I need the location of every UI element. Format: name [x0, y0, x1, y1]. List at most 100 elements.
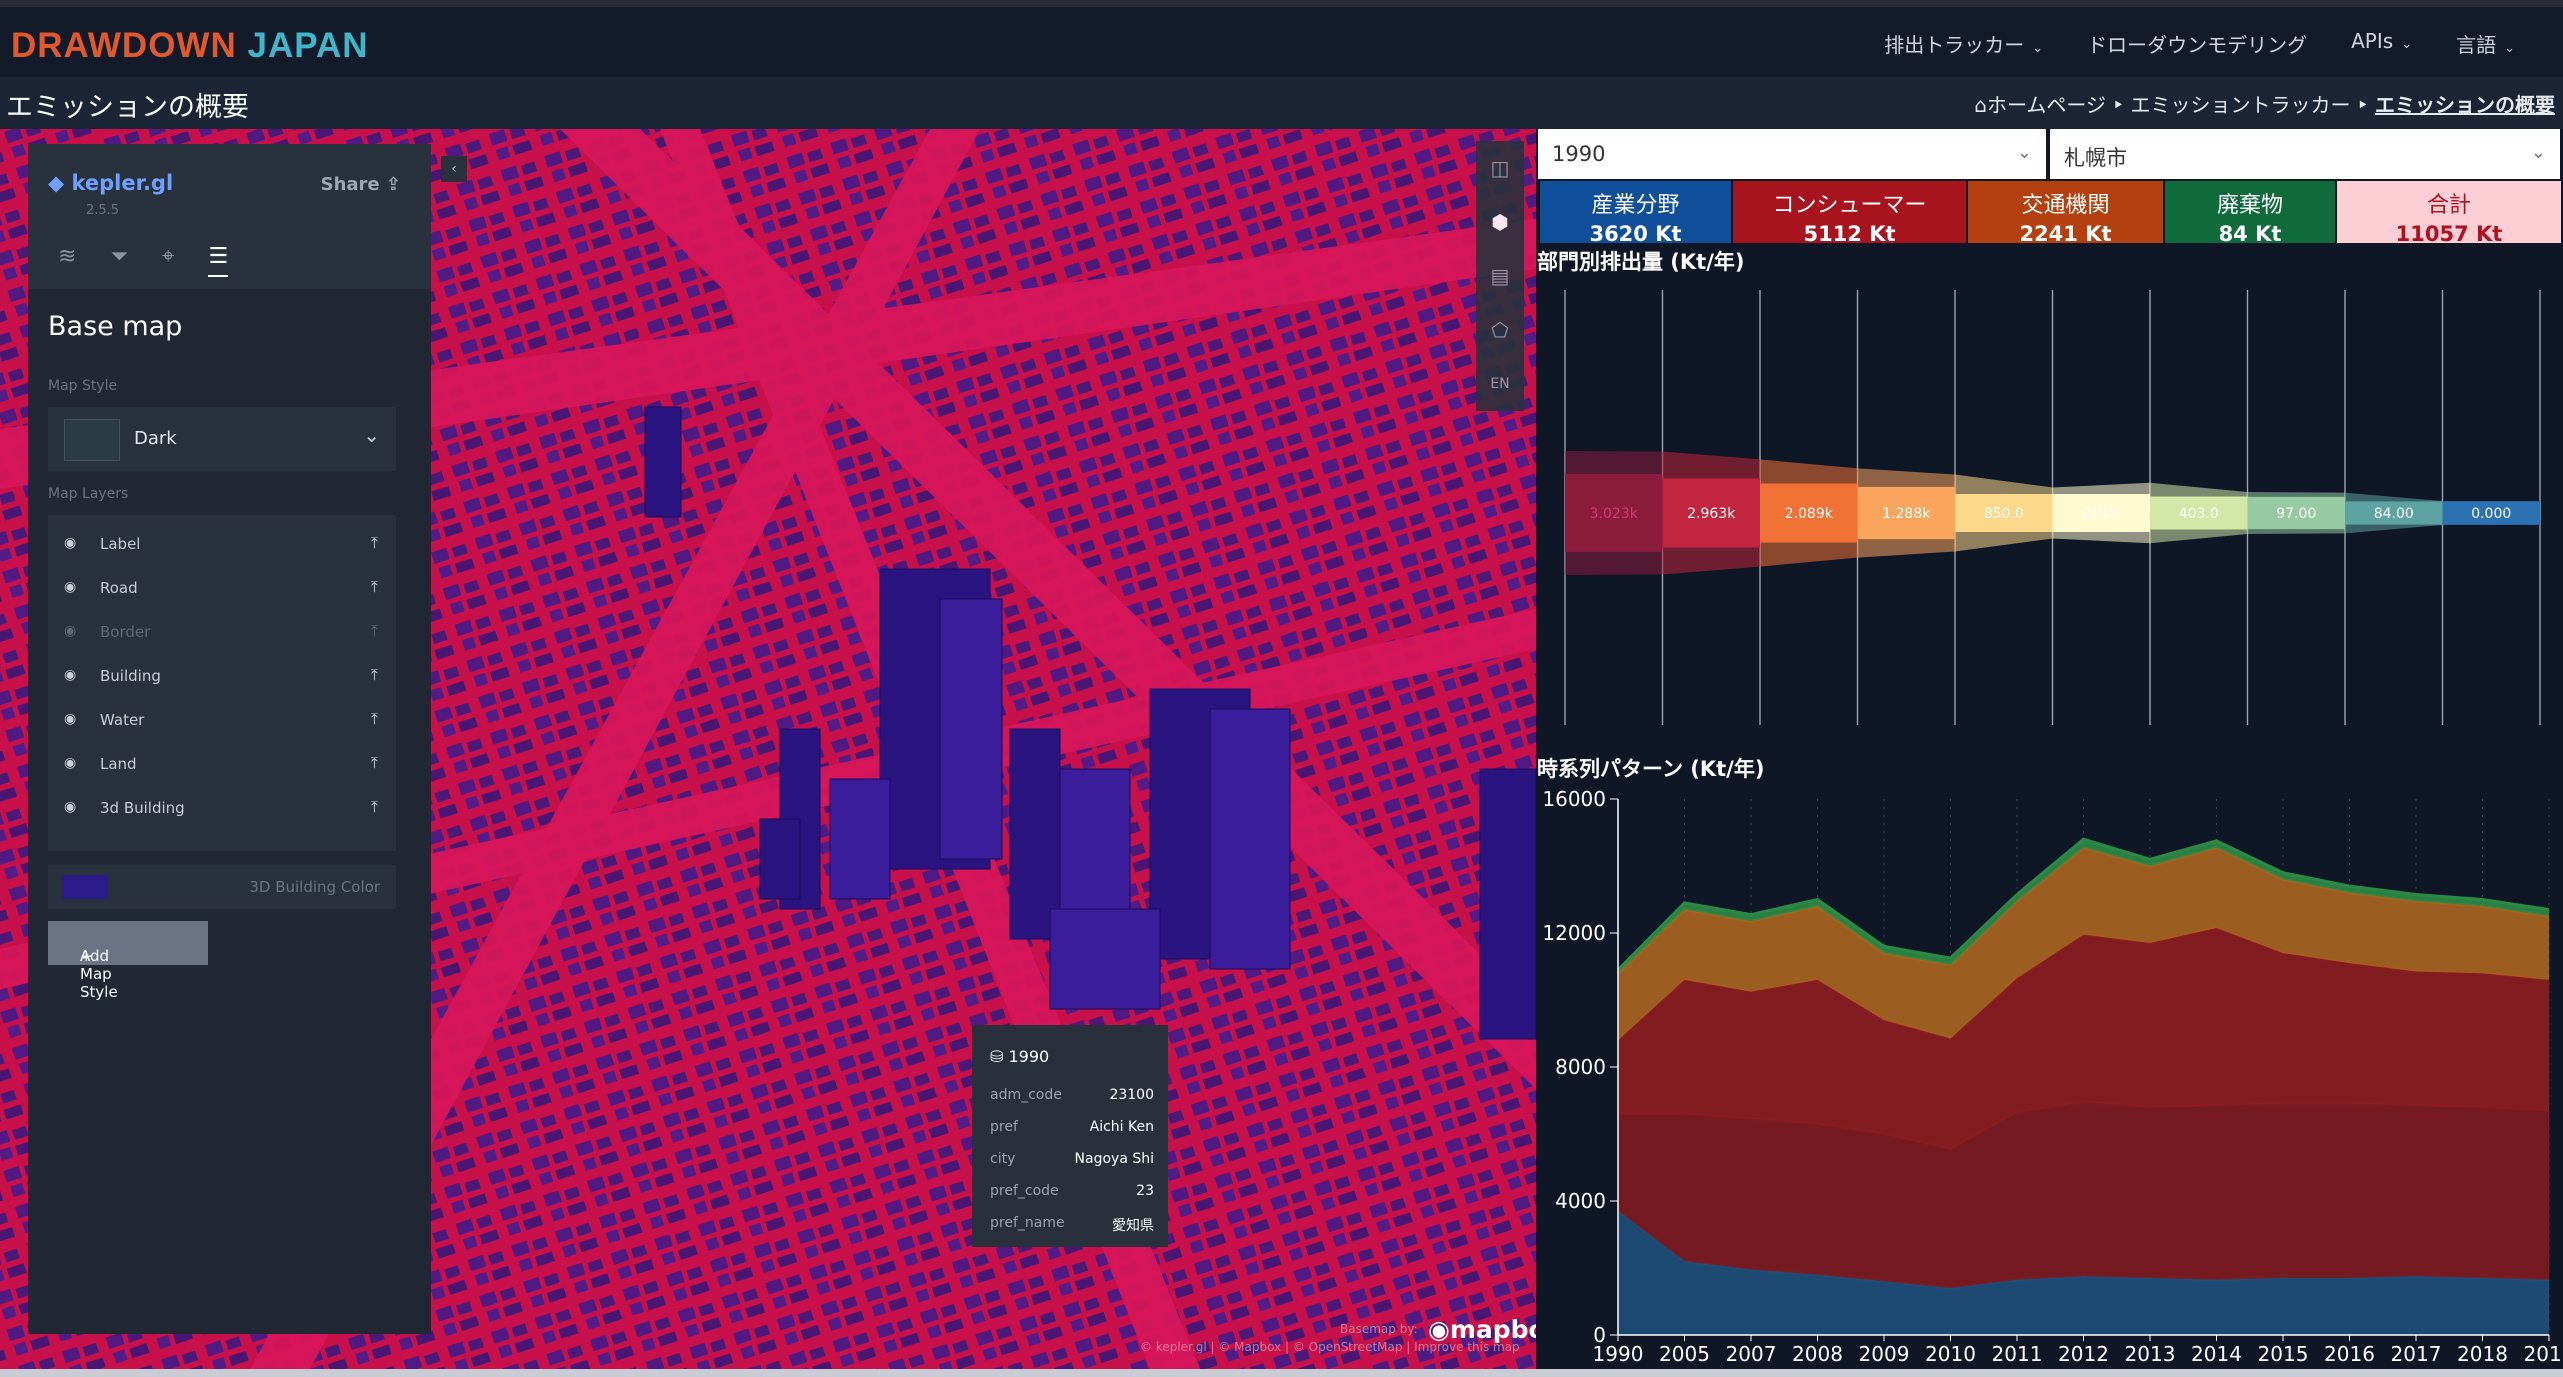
- eye-icon[interactable]: ◉: [64, 579, 76, 595]
- nav-menu: 排出トラッカー ⌄ ドローダウンモデリング APIs ⌄ 言語 ⌄: [1884, 29, 2515, 58]
- year-select[interactable]: 1990 ⌄: [1538, 129, 2046, 179]
- breadcrumb-home[interactable]: ⌂ホームページ: [1974, 93, 2106, 117]
- draw-polygon-icon[interactable]: ⬠: [1476, 303, 1524, 357]
- data-label: 2.963k: [1687, 506, 1736, 522]
- chevron-down-icon: ⌄: [2530, 142, 2546, 163]
- share-icon: ⇪: [385, 174, 401, 195]
- x-tick-label: 2010: [1925, 1342, 1976, 1366]
- pin-to-top-icon[interactable]: ⤒: [371, 753, 378, 773]
- data-label: 0.000: [2471, 506, 2511, 522]
- building-color-swatch[interactable]: [62, 875, 108, 899]
- map-layer-row[interactable]: ◉ Label ⤒: [48, 523, 396, 567]
- x-tick-label: 2008: [1792, 1342, 1843, 1366]
- pin-to-top-icon[interactable]: ⤒: [371, 797, 378, 817]
- nav-item-language[interactable]: 言語 ⌄: [2456, 29, 2515, 58]
- 3d-view-icon[interactable]: ⬢: [1476, 195, 1524, 249]
- data-label: 2.089k: [1785, 506, 1834, 522]
- breadcrumb-current: エミッションの概要: [2375, 93, 2555, 117]
- card-industry: 産業分野 3620 Kt: [1540, 181, 1731, 246]
- chevron-down-icon: ⌄: [2032, 41, 2044, 56]
- breadcrumb-tracker[interactable]: エミッショントラッカー: [2130, 93, 2350, 117]
- layer-stack-icon: ⛁: [990, 1047, 1009, 1066]
- city-select[interactable]: 札幌市 ⌄: [2050, 129, 2560, 179]
- pin-to-top-icon[interactable]: ⤒: [371, 665, 378, 685]
- kepler-tabs: ≋ ⏷ ⌖ ☰: [58, 244, 229, 277]
- collapse-panel-button[interactable]: ‹: [441, 156, 467, 182]
- data-label: 1.288k: [1882, 506, 1931, 522]
- page-title: エミッションの概要: [6, 92, 249, 123]
- kepler-logo: ◆ kepler.gl: [48, 171, 174, 195]
- top-navbar: DRAWDOWN JAPAN 排出トラッカー ⌄ ドローダウンモデリング APIs…: [0, 7, 2563, 77]
- share-button[interactable]: Share ⇪: [321, 174, 401, 195]
- y-tick-label: 4000: [1555, 1189, 1606, 1213]
- nav-item-apis[interactable]: APIs ⌄: [2351, 29, 2412, 58]
- map-style-select[interactable]: Dark ⌄: [48, 407, 396, 471]
- y-tick-label: 16000: [1542, 787, 1606, 811]
- pin-to-top-icon[interactable]: ⤒: [371, 709, 378, 729]
- breadcrumb: ⌂ホームページ ‣ エミッショントラッカー ‣ エミッションの概要: [1974, 93, 2555, 117]
- nav-item-drawdown-modeling[interactable]: ドローダウンモデリング: [2087, 29, 2307, 58]
- add-map-style-button[interactable]: + Add Map Style: [48, 921, 208, 1001]
- eye-icon[interactable]: ◉: [64, 711, 76, 727]
- brand-logo[interactable]: DRAWDOWN JAPAN: [11, 26, 369, 66]
- kepler-header: ◆ kepler.gl 2.5.5 Share ⇪ ≋ ⏷ ⌖ ☰: [28, 144, 431, 289]
- chevron-down-icon: ⌄: [2504, 41, 2515, 56]
- locale-button[interactable]: EN: [1476, 357, 1524, 411]
- building-color-picker[interactable]: 3D Building Color: [48, 865, 396, 909]
- map-layer-row[interactable]: ◉ Water ⤒: [48, 699, 396, 743]
- map-layer-row[interactable]: ◉ Building ⤒: [48, 655, 396, 699]
- map-attribution[interactable]: © kepler.gl | © Mapbox | © OpenStreetMap…: [1140, 1340, 1520, 1354]
- map-hover-tooltip: ⛁ 1990 adm_code 23100 pref Aichi Ken city N…: [972, 1025, 1168, 1247]
- x-tick-label: 2018: [2457, 1342, 2508, 1366]
- kepler-diamond-icon: ◆: [48, 171, 72, 195]
- x-tick-label: 2014: [2191, 1342, 2242, 1366]
- map-style-thumbnail: [64, 419, 120, 461]
- map-layer-row[interactable]: ◉ Border ⤒: [48, 611, 396, 655]
- eye-icon[interactable]: ◉: [64, 535, 76, 551]
- map-layer-row[interactable]: ◉ Road ⤒: [48, 567, 396, 611]
- chevron-down-icon: ⌄: [2016, 142, 2032, 163]
- x-tick-label: 2012: [2058, 1342, 2109, 1366]
- window-top-border: [0, 0, 2563, 7]
- map-layer-row[interactable]: ◉ 3d Building ⤒: [48, 787, 396, 831]
- card-consumer: コンシューマー 5112 Kt: [1733, 181, 1966, 246]
- pin-to-top-icon[interactable]: ⤒: [371, 577, 378, 597]
- data-label: 97.00: [2276, 506, 2316, 522]
- eye-icon[interactable]: ◉: [64, 667, 76, 683]
- eye-icon[interactable]: ◉: [64, 755, 76, 771]
- tab-filters-icon[interactable]: ⏷: [110, 244, 128, 277]
- x-tick-label: 2017: [2391, 1342, 2442, 1366]
- map-layer-row[interactable]: ◉ Land ⤒: [48, 743, 396, 787]
- chevron-down-icon: ⌄: [2401, 37, 2413, 52]
- data-label: 84.00: [2374, 506, 2414, 522]
- split-map-icon[interactable]: ◫: [1476, 141, 1524, 195]
- x-tick-label: 2011: [1992, 1342, 2043, 1366]
- data-label: 3.023k: [1590, 506, 1639, 522]
- card-total: 合計 11057 Kt: [2337, 181, 2561, 246]
- map-layers-label: Map Layers: [48, 486, 129, 502]
- tab-basemap-icon[interactable]: ☰: [208, 244, 229, 277]
- tab-layers-icon[interactable]: ≋: [58, 244, 76, 277]
- area-series: [1618, 1102, 2549, 1289]
- data-label: 219.0: [2081, 506, 2121, 522]
- nav-item-emission-tracker[interactable]: 排出トラッカー ⌄: [1884, 29, 2043, 58]
- x-tick-label: 2005: [1659, 1342, 1710, 1366]
- x-tick-label: 2009: [1859, 1342, 1910, 1366]
- tab-interactions-icon[interactable]: ⌖: [162, 244, 174, 277]
- sector-funnel-chart: 3.023k 2.963k 2.089k 1.288k 850.0 219.0 403.0 9…: [1564, 290, 2541, 725]
- data-label: 850.0: [1984, 506, 2024, 522]
- pin-to-top-icon[interactable]: ⤒: [371, 533, 378, 553]
- map-layers-list: ◉ Label ⤒ ◉ Road ⤒ ◉ Border ⤒ ◉ Building ⤒ ◉ Wate…: [48, 515, 396, 851]
- map-style-label: Map Style: [48, 378, 118, 394]
- x-tick-label: 2007: [1726, 1342, 1777, 1366]
- card-waste: 廃棄物 84 Kt: [2165, 181, 2335, 246]
- basemap-credit: Basemap by:: [1340, 1322, 1418, 1336]
- pin-to-top-icon[interactable]: ⤒: [371, 621, 378, 641]
- eye-icon[interactable]: ◉: [64, 623, 76, 639]
- timeseries-chart-title: 時系列パターン (Kt/年): [1537, 757, 1765, 781]
- legend-icon[interactable]: ▤: [1476, 249, 1524, 303]
- map-toolbar: ◫ ⬢ ▤ ⬠ EN: [1476, 141, 1524, 411]
- data-label: 403.0: [2179, 506, 2219, 522]
- y-tick-label: 12000: [1542, 921, 1606, 945]
- eye-icon[interactable]: ◉: [64, 799, 76, 815]
